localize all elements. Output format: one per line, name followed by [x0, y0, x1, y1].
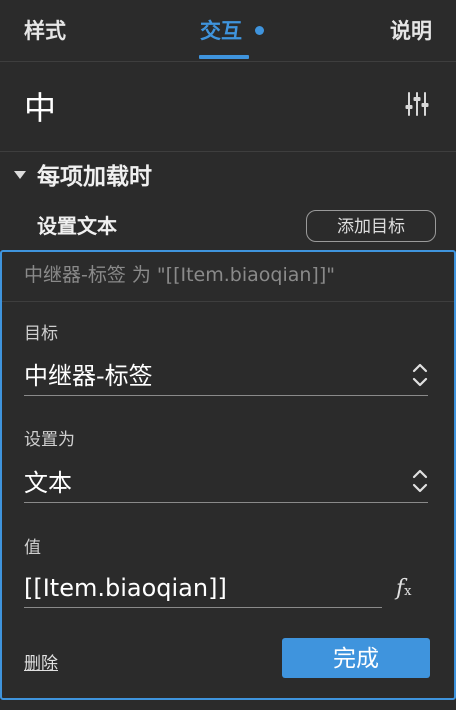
value-input[interactable]: [[Item.biaoqian]] — [24, 572, 227, 604]
widget-name: 中 — [24, 89, 57, 127]
fx-icon-sub: x — [404, 584, 412, 599]
target-select-value[interactable]: 中继器-标签 — [24, 360, 153, 392]
set-as-select-underline — [24, 502, 428, 503]
action-title: 设置文本 — [37, 214, 117, 238]
target-select-underline — [24, 395, 428, 396]
bottom-strip — [0, 700, 456, 710]
delete-link[interactable]: 删除 — [24, 652, 58, 676]
select-updown-icon[interactable] — [410, 360, 430, 390]
action-editor-panel: 中继器-标签 为 "[[Item.biaoqian]]" 目标 中继器-标签 设… — [0, 250, 456, 700]
active-indicator-dot — [255, 26, 264, 35]
action-summary-text: 中继器-标签 为 "[[Item.biaoqian]]" — [24, 264, 335, 286]
tab-style[interactable]: 样式 — [24, 16, 66, 46]
event-title: 每项加载时 — [37, 164, 152, 190]
target-label: 目标 — [24, 324, 58, 344]
set-as-label: 设置为 — [24, 430, 75, 450]
value-label: 值 — [24, 538, 41, 558]
sliders-icon[interactable] — [404, 91, 430, 117]
fx-function-icon[interactable]: fx — [396, 576, 424, 602]
fx-icon-main: f — [396, 576, 405, 601]
value-input-underline — [24, 607, 382, 608]
widget-header: 中 — [0, 62, 456, 152]
select-updown-icon[interactable] — [410, 466, 430, 496]
action-summary[interactable]: 中继器-标签 为 "[[Item.biaoqian]]" — [2, 252, 454, 302]
active-tab-underline — [199, 55, 249, 59]
action-row: 设置文本 添加目标 — [0, 202, 456, 250]
add-target-button[interactable]: 添加目标 — [306, 210, 436, 242]
event-row[interactable]: 每项加载时 — [0, 152, 456, 202]
set-as-select-value[interactable]: 文本 — [24, 467, 72, 499]
tab-interaction[interactable]: 交互 — [200, 16, 242, 46]
done-button[interactable]: 完成 — [282, 638, 430, 678]
caret-down-icon[interactable] — [14, 171, 26, 179]
tab-description[interactable]: 说明 — [390, 16, 432, 46]
tab-bar: 样式 交互 说明 — [0, 0, 456, 62]
